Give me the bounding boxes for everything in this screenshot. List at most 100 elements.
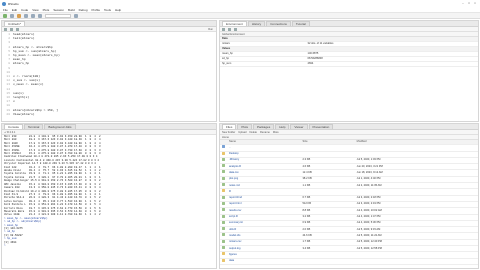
window-title: RStudio [8,1,19,6]
console-path: ~/ R 4.3.1 [4,130,16,134]
menu-session[interactable]: Session [53,8,64,12]
run-button[interactable]: Run [208,28,213,31]
folder-icon [222,189,225,193]
file-icon [222,170,225,174]
tab-connections[interactable]: Connections [266,21,291,26]
breadcrumb-home[interactable]: Home [222,136,229,139]
tab-history[interactable]: History [247,21,266,26]
file-size [300,258,355,265]
code-text: x_sum <- sum(x) [13,79,41,83]
title-bar: RStudio – □ × [0,0,480,7]
folder-icon [222,258,225,262]
file-icon [222,157,225,161]
tab-plots[interactable]: Plots [237,124,253,129]
file-icon [222,246,225,250]
code-text: mean_hp [13,58,26,62]
folder-icon [222,151,225,155]
code-text: mtcars_hp <- mtcars$hp [13,45,53,49]
code-line[interactable]: 20 View(mtcars) [4,113,214,117]
parent-folder-icon [222,145,225,149]
menu-file[interactable]: File [3,8,8,12]
menu-plots[interactable]: Plots [43,8,50,12]
open-project-icon[interactable] [10,13,14,18]
menu-view[interactable]: View [32,8,38,12]
menu-profile[interactable]: Profile [92,8,101,12]
go-to-file-input[interactable] [45,13,71,18]
console-pane: Console Terminal Background Jobs ~/ R 4.… [1,123,217,269]
environment-row[interactable]: hp_sum 4694 [220,61,478,67]
file-icon [222,214,225,218]
tab-untitled-script[interactable]: Untitled1* [4,21,26,26]
code-text: tail(mtcars) [13,37,35,41]
new-file-icon[interactable] [3,13,7,18]
environment-table: Data mtcars 32 obs. of 11 variables Value… [220,37,478,67]
menu-edit[interactable]: Edit [12,8,17,12]
file-type-cell [220,258,227,265]
new-folder-button[interactable]: New Folder [222,131,235,134]
file-modified [354,258,478,265]
file-row[interactable]: data [220,258,478,265]
file-icon [222,201,225,205]
find-icon[interactable] [10,27,13,31]
save-icon[interactable] [24,13,28,18]
console-line: > [4,244,8,247]
tab-viewer[interactable]: Viewer [290,124,308,129]
addins-icon[interactable] [74,13,78,18]
file-icon [222,233,225,237]
load-workspace-icon[interactable] [222,27,225,31]
file-icon [222,176,225,180]
code-text: mtcars_hp [13,62,30,66]
save-workspace-icon[interactable] [228,27,231,31]
tab-files[interactable]: Files [222,124,237,129]
file-icon [222,227,225,231]
main-toolbar: Project: (None) [0,13,480,31]
code-text: hp_sum <- sum(mtcars_hp) [13,49,57,53]
print-icon[interactable] [38,13,42,18]
code-text: x_mean <- mean(x) [13,83,44,87]
code-tools-icon[interactable] [16,27,19,31]
line-number: 20 [6,112,10,116]
broom-icon[interactable] [234,27,237,31]
open-file-icon[interactable] [17,13,21,18]
file-icon [222,164,225,168]
code-text: head(mtcars) [13,33,35,36]
tab-help[interactable]: Help [275,124,290,129]
tab-console[interactable]: Console [4,124,24,129]
save-script-icon[interactable] [4,27,7,31]
environment-scope-select[interactable]: Global Environment [222,33,245,36]
file-icon [222,220,225,224]
menu-debug[interactable]: Debug [79,8,88,12]
folder-icon [222,252,225,256]
save-all-icon[interactable] [31,13,35,18]
delete-button[interactable]: Delete [250,131,258,134]
tab-terminal[interactable]: Terminal [24,124,44,129]
code-text: x [13,100,15,104]
tab-packages[interactable]: Packages [253,124,275,129]
console-output[interactable]: Merc 230 22.8 4 140.8 95 3.92 3.150 22.9… [2,135,216,247]
file-name[interactable]: data [227,258,301,265]
files-table: Name Size Modified .. Desktop .Rhistory 2.3… [220,140,478,265]
code-editor[interactable]: 1 head(mtcars) 2 tail(mtcars) 3 4 mtcars_hp <-… [2,32,216,118]
upload-button[interactable]: Upload [238,131,246,134]
file-icon [222,208,225,212]
file-icon [222,195,225,199]
menu-code[interactable]: Code [21,8,28,12]
rename-button[interactable]: Rename [260,131,270,134]
menu-help[interactable]: Help [115,8,121,12]
tab-background-jobs[interactable]: Background Jobs [44,124,76,129]
environment-pane: Environment History Connections Tutorial… [219,20,479,122]
tab-environment[interactable]: Environment [222,21,247,26]
menu-tools[interactable]: Tools [104,8,111,12]
tab-presentation[interactable]: Presentation [308,124,334,129]
more-button[interactable]: More [273,131,279,134]
files-pane: Files Plots Packages Help Viewer Present… [219,123,479,269]
code-text: x <- rnorm(100) [13,75,41,79]
code-text: hp_mean <- mean(mtcars_hp) [13,54,60,58]
code-text: View(mtcars) [13,112,35,116]
code-text: mtcars[mtcars$hp > 150, ] [13,108,59,112]
code-text: length(x) [13,96,30,100]
file-icon [222,183,225,187]
close-icon[interactable]: × [472,1,478,5]
tab-tutorial[interactable]: Tutorial [291,21,310,26]
menu-build[interactable]: Build [68,8,75,12]
